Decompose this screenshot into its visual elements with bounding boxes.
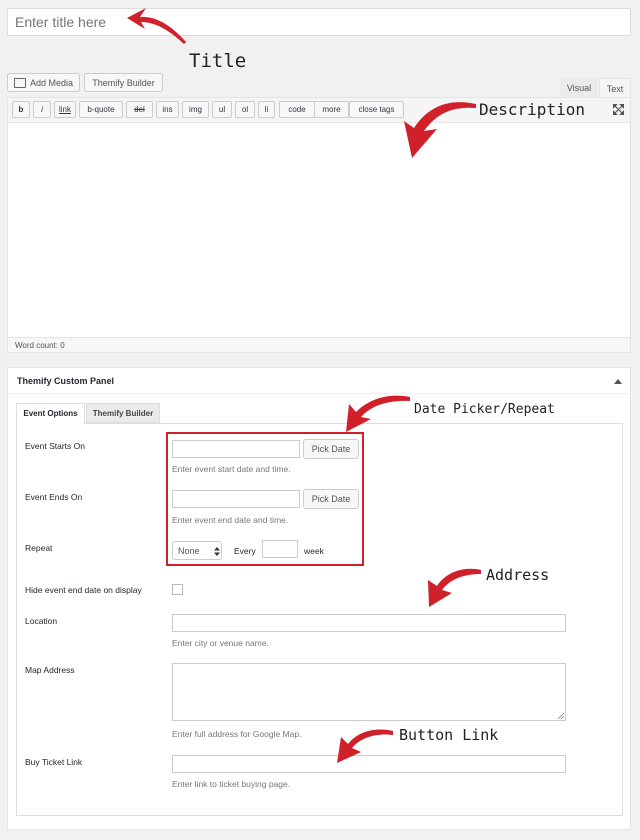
address-arrow-icon [428, 568, 481, 607]
title-arrow-icon [127, 8, 186, 44]
date-picker-arrow-icon [346, 395, 410, 432]
button-link-arrow-icon [337, 729, 393, 763]
description-arrow-icon [404, 102, 476, 158]
annotation-arrows [127, 8, 481, 763]
